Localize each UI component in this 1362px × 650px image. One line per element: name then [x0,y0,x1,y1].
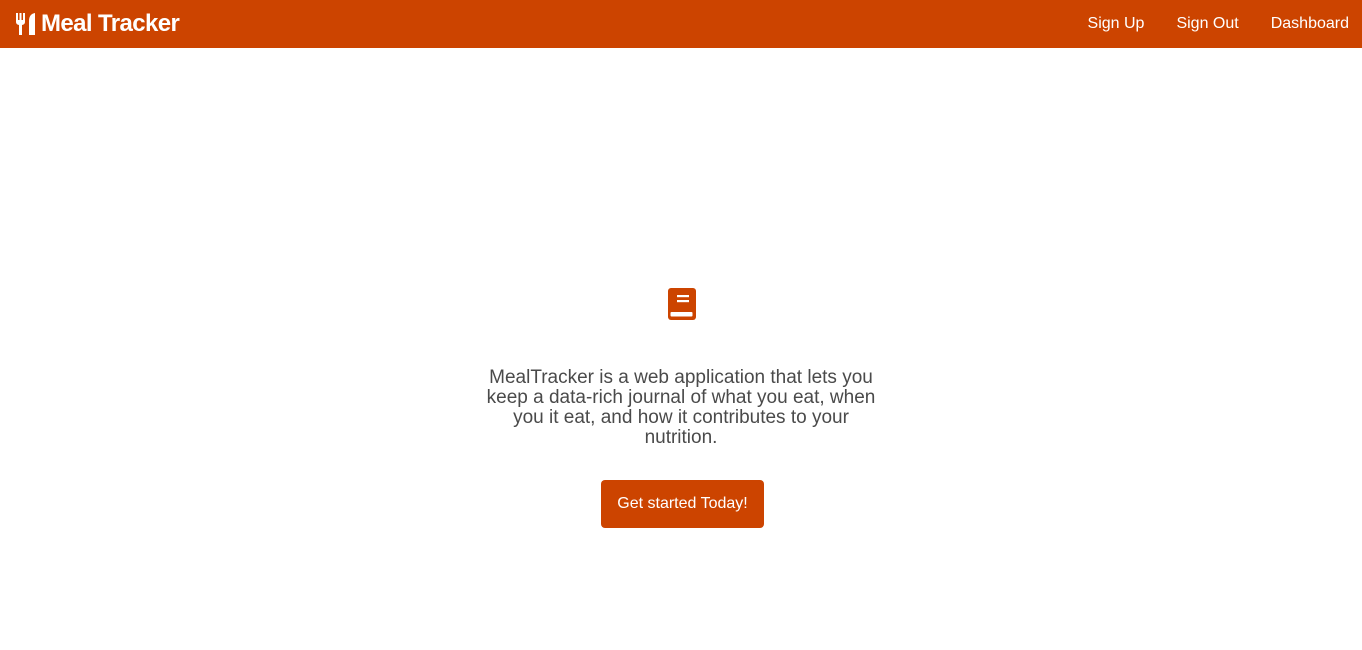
top-navbar: Meal Tracker Sign Up Sign Out Dashboard [0,0,1362,48]
get-started-button[interactable]: Get started Today! [601,480,764,528]
nav-dashboard-link[interactable]: Dashboard [1271,15,1349,33]
nav-sign-up-link[interactable]: Sign Up [1088,15,1145,33]
hero-section: MealTracker is a web application that le… [0,48,1362,650]
book-icon [668,288,696,320]
hero-description: MealTracker is a web application that le… [486,367,876,448]
nav-links: Sign Up Sign Out Dashboard [1056,15,1349,33]
nav-sign-out-link[interactable]: Sign Out [1176,15,1238,33]
brand-title: Meal Tracker [41,10,180,37]
brand-link[interactable]: Meal Tracker [15,10,180,38]
utensils-icon [15,12,37,36]
